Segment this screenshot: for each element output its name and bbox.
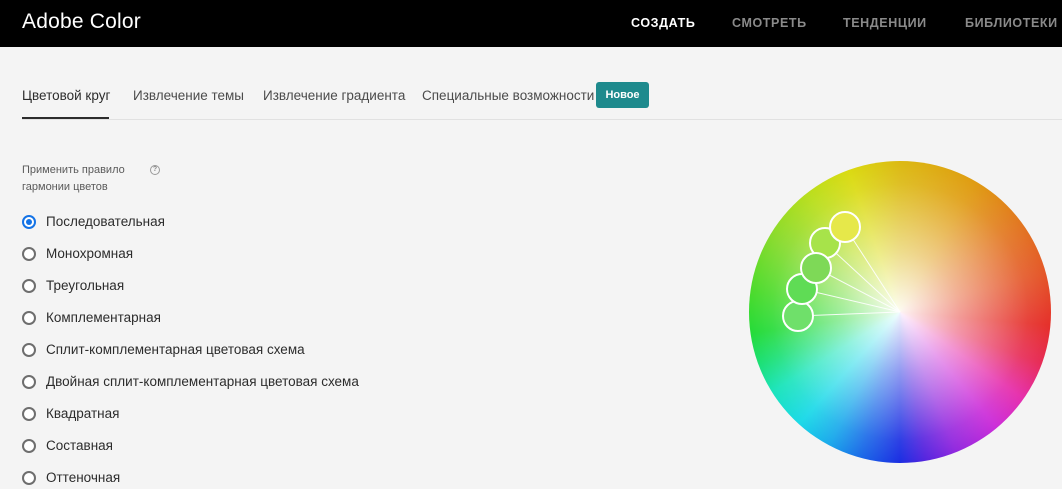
help-icon[interactable]: ?	[150, 165, 160, 175]
radio-icon[interactable]	[22, 407, 36, 421]
color-marker[interactable]	[782, 300, 814, 332]
harmony-option-label: Монохромная	[46, 246, 134, 261]
active-tab-indicator	[22, 117, 109, 119]
harmony-option-label: Двойная сплит-комплементарная цветовая с…	[46, 374, 359, 389]
color-marker-base[interactable]	[829, 211, 861, 243]
color-wheel[interactable]	[749, 161, 1051, 463]
nav-explore[interactable]: СМОТРЕТЬ	[732, 16, 807, 30]
radio-selected-icon[interactable]	[22, 215, 36, 229]
harmony-option-label: Комплементарная	[46, 310, 161, 325]
harmony-option-label: Последовательная	[46, 214, 165, 229]
harmony-option-label: Оттеночная	[46, 470, 121, 485]
harmony-option-label: Составная	[46, 438, 113, 453]
radio-icon[interactable]	[22, 247, 36, 261]
harmony-option-label: Сплит-комплементарная цветовая схема	[46, 342, 305, 357]
nav-libraries[interactable]: БИБЛИОТЕКИ	[965, 16, 1058, 30]
color-marker[interactable]	[800, 252, 832, 284]
brand-logo[interactable]: Adobe Color	[22, 10, 141, 34]
radio-icon[interactable]	[22, 279, 36, 293]
nav-create[interactable]: СОЗДАТЬ	[631, 16, 695, 30]
radio-icon[interactable]	[22, 375, 36, 389]
harmony-option-label: Треугольная	[46, 278, 125, 293]
tab-extract-theme[interactable]: Извлечение темы	[133, 88, 244, 103]
radio-icon[interactable]	[22, 439, 36, 453]
tabs-divider	[22, 119, 1062, 120]
radio-icon[interactable]	[22, 343, 36, 357]
tab-extract-gradient[interactable]: Извлечение градиента	[263, 88, 405, 103]
radio-icon[interactable]	[22, 311, 36, 325]
tab-accessibility[interactable]: Специальные возможности	[422, 88, 594, 103]
radio-icon[interactable]	[22, 471, 36, 485]
harmony-option-label: Квадратная	[46, 406, 120, 421]
harmony-rule-label: Применить правило гармонии цветов	[22, 164, 125, 193]
nav-trends[interactable]: ТЕНДЕНЦИИ	[843, 16, 927, 30]
new-badge: Новое	[596, 82, 649, 108]
top-bar: Adobe Color СОЗДАТЬ СМОТРЕТЬ ТЕНДЕНЦИИ Б…	[0, 0, 1062, 47]
tab-color-wheel[interactable]: Цветовой круг	[22, 88, 110, 103]
wheel-markers[interactable]	[749, 161, 1051, 463]
